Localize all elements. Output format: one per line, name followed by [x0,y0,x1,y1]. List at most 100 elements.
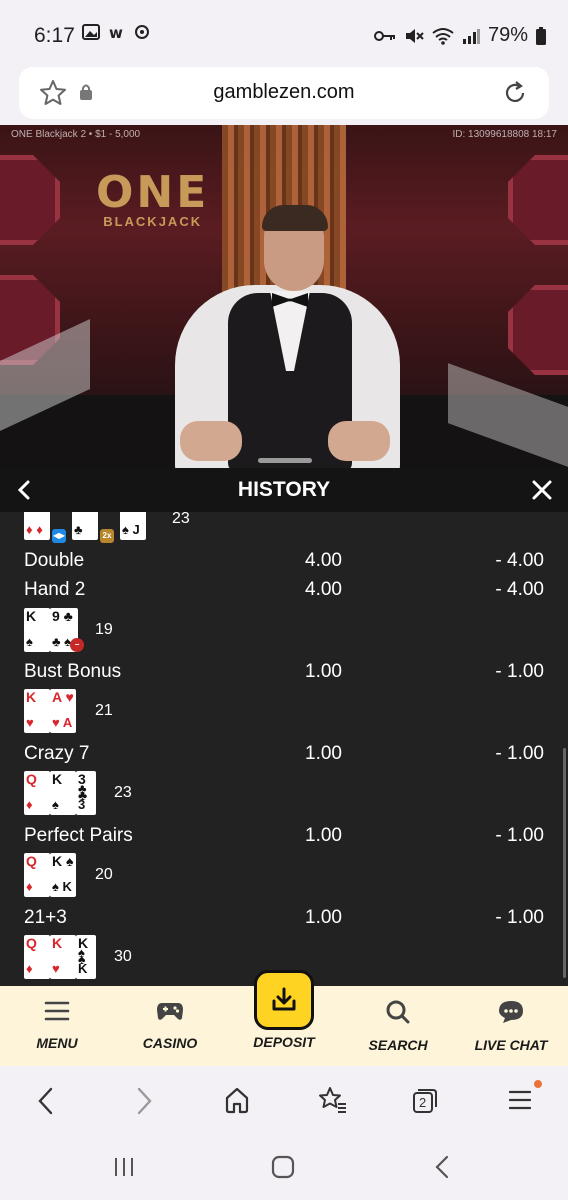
playing-card: K ♠ [24,608,50,652]
hand-cards: ♦ ♦ ♣ ♠ J [24,512,146,540]
hand-total: 19 [95,621,113,638]
nav-menu-label: MENU [36,1035,78,1051]
bust-badge: − [70,638,84,652]
back-icon[interactable] [34,1086,58,1116]
dealer-hand [180,421,242,461]
w-icon: w [109,24,123,40]
home-button-icon[interactable] [271,1155,295,1179]
bet-result: - 1.00 [495,907,544,928]
image-icon [82,24,100,40]
history-title: HISTORY [237,478,331,501]
browser-menu-icon[interactable] [508,1086,534,1114]
gamepad-icon [157,1003,183,1020]
hand-cards: Q ♦ K ♠ ♠ K [24,853,76,897]
search-icon [386,1000,410,1024]
status-time: 6:17 [34,24,75,47]
key-icon [373,30,395,41]
drag-handle[interactable] [258,458,312,463]
live-dealer-video: ONE BLACKJACK ONE Blackjack 2 • $1 - 5,0… [0,125,568,470]
home-icon[interactable] [224,1086,250,1114]
deposit-button[interactable] [254,970,314,1030]
bet-stake: 1.00 [305,907,342,928]
history-row: Double 4.00 - 4.00 [24,550,544,578]
bet-stake: 1.00 [305,743,342,764]
hand-total: 23 [172,512,190,527]
hand-cards: Q ♦ K ♠ 3 ♣ ♣ 3 [24,771,96,815]
status-bar: 6:17 w 79% [0,0,568,66]
bet-stake: 1.00 [305,661,342,682]
bet-stake: 1.00 [305,825,342,846]
bet-result: - 1.00 [495,661,544,682]
wifi-icon [432,27,454,45]
bet-result: - 4.00 [495,550,544,571]
close-icon[interactable] [530,478,554,502]
casino-bottom-nav: MENU CASINO DEPOSIT SEARCH LIVE CHAT [0,970,568,1066]
logo-one: ONE [96,167,210,218]
status-right: 79% [373,24,546,47]
playing-card: 3 ♣ ♣ 3 [76,771,96,815]
hand-cards: K ♥ A ♥ ♥ A [24,689,76,733]
nav-live-chat[interactable]: LIVE CHAT [456,1000,566,1053]
url-text[interactable]: gamblezen.com [19,81,549,104]
playing-card: K ♠ [50,771,76,815]
forward-icon[interactable] [132,1086,156,1116]
playing-card: Q ♦ [24,853,50,897]
reload-icon[interactable] [501,79,529,107]
history-header: HISTORY [0,468,568,512]
hand-cards: Q ♦ K ♥ K ♠ ♠ K [24,935,96,979]
bet-stake: 4.00 [305,579,342,600]
nav-deposit-label: DEPOSIT [253,1034,315,1050]
history-list[interactable]: ♦ ♦ ♣ ♠ J ◀▶ 2x 23 Double 4.00 - 4.00 Ha… [0,512,568,986]
bookmarks-icon[interactable] [318,1086,348,1114]
nav-search[interactable]: SEARCH [343,1000,453,1053]
hand-total: 30 [114,948,132,965]
game-logo: ONE BLACKJACK [96,167,209,229]
bet-result: - 1.00 [495,825,544,846]
history-row: Bust Bonus 1.00 - 1.00 [24,661,544,689]
playing-card: ♠ J [120,512,146,540]
battery-percent: 79% [487,24,528,46]
split-badge: ◀▶ [52,529,66,543]
system-nav-bar [0,1136,568,1200]
playing-card: K ♠ ♠ K [76,935,96,979]
history-row: Perfect Pairs 1.00 - 1.00 [24,825,544,853]
system-back-icon[interactable] [432,1155,452,1179]
playing-card: K ♥ [50,935,76,979]
round-id: ID: 13099618808 18:17 [452,129,557,140]
wall-panel [508,285,568,375]
address-bar[interactable]: gamblezen.com [19,67,549,119]
nav-menu[interactable]: MENU [2,1000,112,1051]
history-row: Hand 2 4.00 - 4.00 [24,579,544,607]
logo-blackjack: BLACKJACK [103,214,203,229]
dealer-hand [328,421,390,461]
playing-card: Q ♦ [24,935,50,979]
history-row: Crazy 7 1.00 - 1.00 [24,743,544,771]
playing-card: ♣ [72,512,98,540]
tab-count: 2 [419,1095,427,1110]
status-left-icons: w [82,24,150,40]
mute-icon [405,28,424,43]
svg-text:w: w [109,24,123,40]
bet-result: - 1.00 [495,743,544,764]
signal-icon [462,28,480,44]
recents-icon[interactable] [113,1156,135,1178]
browser-toolbar: 2 [0,1066,568,1136]
history-row: 21+3 1.00 - 1.00 [24,907,544,935]
nav-live-chat-label: LIVE CHAT [474,1037,548,1053]
playing-card: ♦ ♦ [24,512,50,540]
wall-panel [0,155,60,245]
nav-casino[interactable]: CASINO [115,1000,225,1051]
signal-boost-icon [135,25,149,39]
download-icon [272,987,296,1011]
bet-stake: 4.00 [305,550,342,571]
double-badge: 2x [100,529,114,543]
hand-total: 20 [95,866,113,883]
tabs-button[interactable]: 2 [412,1088,438,1114]
scrollbar[interactable] [563,748,566,978]
hand-total: 23 [114,784,132,801]
wall-panel [508,155,568,245]
playing-card: K ♥ [24,689,50,733]
nav-search-label: SEARCH [368,1037,428,1053]
hand-total: 21 [95,702,113,719]
menu-icon [44,1001,70,1021]
